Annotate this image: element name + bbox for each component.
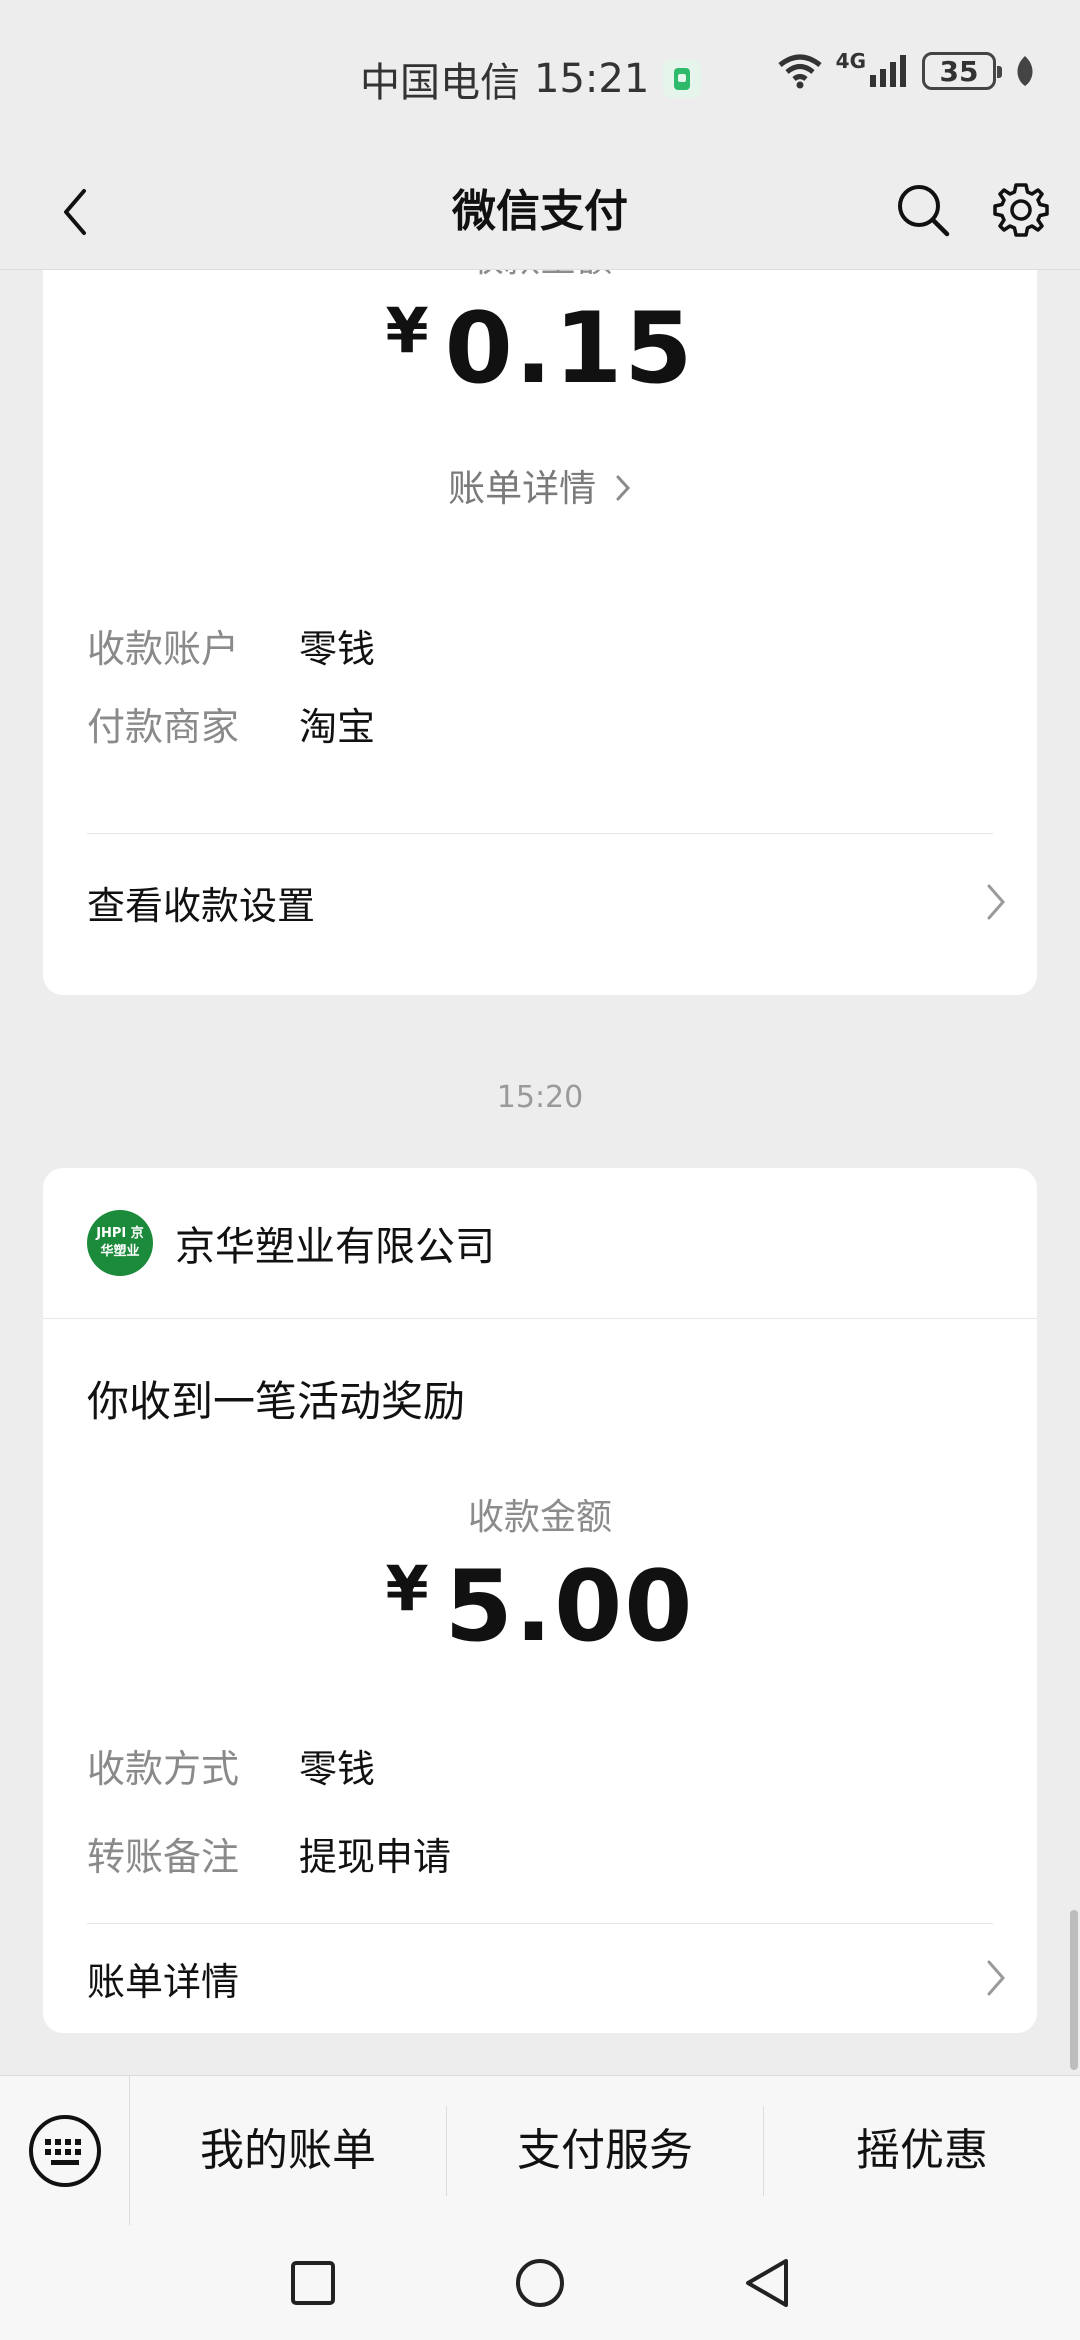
chevron-right-icon — [987, 884, 1005, 920]
bottom-menu: 我的账单 支付服务 摇优惠 — [0, 2075, 1080, 2226]
gear-icon — [993, 183, 1049, 237]
notification-app-icon — [663, 60, 702, 98]
currency-symbol: ¥ — [385, 294, 431, 367]
divider — [87, 1923, 993, 1924]
merchant-logo: JHPI 京华塑业 — [87, 1210, 153, 1276]
signal-icon — [870, 55, 906, 87]
keyboard-toggle-button[interactable] — [0, 2075, 130, 2226]
info-value: 零钱 — [299, 1747, 376, 1791]
bill-details-link[interactable]: 账单详情 — [43, 458, 1037, 512]
back-nav-button[interactable] — [727, 2243, 807, 2323]
merchant-name: 京华塑业有限公司 — [175, 1224, 495, 1270]
square-icon — [291, 2260, 336, 2305]
amount-number: 5.00 — [444, 1550, 695, 1664]
status-center: 中国电信 15:21 — [360, 50, 702, 108]
menu-shake-deals[interactable]: 摇优惠 — [763, 2105, 1080, 2196]
bill-details-footer-label: 账单详情 — [87, 1959, 240, 2004]
status-bar: 中国电信 15:21 4G 35 — [0, 0, 1080, 155]
settings-button[interactable] — [984, 173, 1058, 247]
receipt-settings-link[interactable]: 查看收款设置 — [87, 852, 1007, 952]
info-row: 收款方式 零钱 — [87, 1738, 375, 1793]
info-row: 付款商家 淘宝 — [87, 696, 375, 751]
network-type: 4G — [835, 49, 866, 73]
info-value: 零钱 — [299, 627, 376, 671]
circle-icon — [515, 2258, 564, 2307]
payment-card-2: JHPI 京华塑业 京华塑业有限公司 你收到一笔活动奖励 收款金额 ¥5.00 … — [43, 1168, 1037, 2033]
amount-value: ¥0.15 — [43, 292, 1037, 406]
wifi-icon — [778, 54, 822, 89]
chevron-right-icon — [616, 475, 630, 501]
nav-bar: 微信支付 — [0, 155, 1080, 270]
menu-my-bills[interactable]: 我的账单 — [130, 2106, 446, 2196]
info-row: 收款账户 零钱 — [87, 618, 375, 673]
receipt-settings-label: 查看收款设置 — [87, 883, 316, 928]
info-key: 付款商家 — [87, 705, 240, 749]
message-timestamp: 15:20 — [496, 1080, 584, 1115]
search-icon — [898, 185, 950, 237]
info-key: 转账备注 — [87, 1835, 240, 1879]
amount-label: 收款金额 — [43, 270, 1037, 282]
message-headline: 你收到一笔活动奖励 — [87, 1377, 466, 1426]
divider — [87, 833, 993, 834]
info-value: 淘宝 — [299, 705, 376, 749]
bill-details-footer-link[interactable]: 账单详情 — [87, 1928, 1007, 2028]
merchant-logo-text: JHPI 京华塑业 — [96, 1226, 144, 1259]
home-button[interactable] — [500, 2243, 580, 2323]
scrollbar[interactable] — [1070, 1910, 1078, 2070]
clock: 15:21 — [534, 56, 650, 102]
system-nav-bar — [0, 2225, 1080, 2340]
currency-symbol: ¥ — [385, 1552, 431, 1625]
search-button[interactable] — [886, 173, 960, 247]
carrier-label: 中国电信 — [360, 60, 520, 106]
amount-number: 0.15 — [444, 292, 695, 406]
keyboard-icon — [28, 2114, 101, 2187]
leaf-icon — [1017, 56, 1033, 86]
payment-card-1: 收款金额 ¥0.15 账单详情 收款账户 零钱 付款商家 淘宝 查看收款设置 — [43, 270, 1037, 995]
info-row: 转账备注 提现申请 — [87, 1826, 451, 1881]
triangle-back-icon — [745, 2258, 788, 2307]
chevron-right-icon — [987, 1960, 1005, 1996]
merchant-header[interactable]: JHPI 京华塑业 京华塑业有限公司 — [87, 1210, 495, 1276]
recent-apps-button[interactable] — [273, 2243, 353, 2323]
amount-value: ¥5.00 — [43, 1550, 1037, 1664]
info-key: 收款方式 — [87, 1747, 240, 1791]
divider — [43, 1318, 1037, 1319]
menu-payment-services[interactable]: 支付服务 — [446, 2105, 763, 2196]
amount-label: 收款金额 — [467, 1497, 612, 1538]
info-key: 收款账户 — [87, 627, 240, 671]
battery-indicator: 35 — [922, 52, 1002, 90]
bill-details-label: 账单详情 — [448, 467, 597, 510]
status-icons: 4G 35 — [776, 49, 1036, 90]
info-value: 提现申请 — [299, 1835, 452, 1879]
message-list[interactable]: 收款金额 ¥0.15 账单详情 收款账户 零钱 付款商家 淘宝 查看收款设置 1… — [0, 270, 1080, 2075]
